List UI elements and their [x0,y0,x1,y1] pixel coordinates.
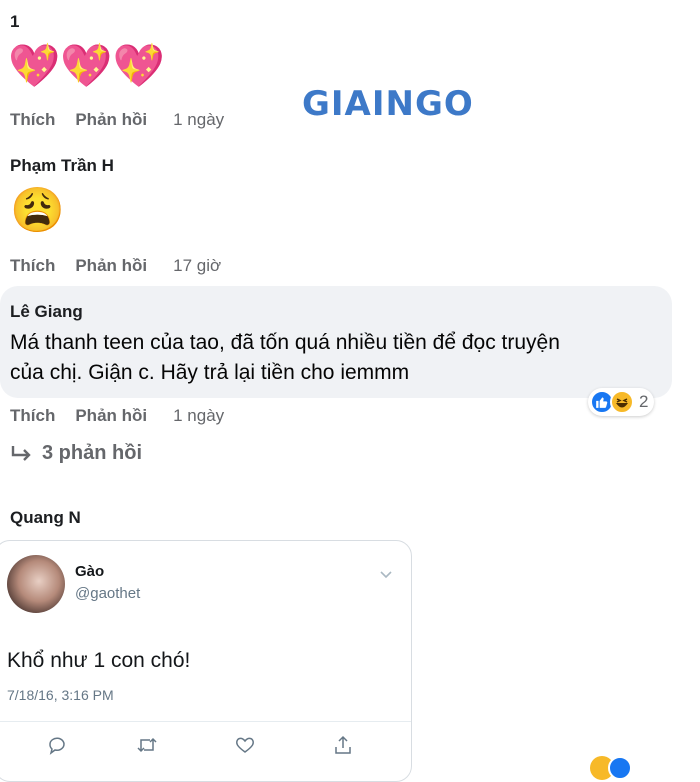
comment-actions: Thích Phản hồi 17 giờ [10,256,221,276]
tweet-reply-icon[interactable] [45,733,69,757]
retweet-icon[interactable] [135,733,159,757]
comment-actions: Thích Phản hồi 1 ngày [10,110,224,130]
view-replies-link[interactable]: 3 phản hồi [10,442,142,465]
tweet-like-icon[interactable] [233,733,257,757]
tweet-share-icon[interactable] [331,733,355,757]
comment-bubble: Lê Giang Má thanh teen của tao, đã tốn q… [0,286,672,398]
embedded-tweet-image[interactable]: Gào @gaothet Khổ như 1 con chó! 7/18/16,… [0,540,412,782]
comment-author[interactable]: Lê Giang [10,302,83,322]
tweet-text: Khổ như 1 con chó! [7,649,191,672]
divider [0,721,411,722]
like-button[interactable]: Thích [10,110,55,130]
comment-timestamp[interactable]: 17 giờ [173,256,221,276]
reply-button[interactable]: Phản hồi [75,256,147,276]
comment-timestamp[interactable]: 1 ngày [173,110,224,130]
weary-face-emoji: 😩 [10,186,65,235]
tweet-timestamp: 7/18/16, 3:16 PM [7,687,114,703]
haha-reaction-icon [610,390,634,414]
reactions-count: 2 [639,392,649,411]
comment-author[interactable]: 1 [10,12,19,32]
comment-text-line: của chị. Giận c. Hãy trả lại tiền cho ie… [10,361,410,384]
comment-actions: Thích Phản hồi 1 ngày [10,406,224,426]
reply-button[interactable]: Phản hồi [75,110,147,130]
comment-text-line: Má thanh teen của tao, đã tốn quá nhiều … [10,331,560,354]
comment-author[interactable]: Quang N [10,508,81,528]
tweet-author-name: Gào [75,563,105,580]
avatar [7,555,65,613]
like-button[interactable]: Thích [10,256,55,276]
comment-timestamp[interactable]: 1 ngày [173,406,224,426]
reply-button[interactable]: Phản hồi [75,406,147,426]
heart-sparkle-emoji: 💖💖💖 [8,42,165,89]
reply-arrow-icon [10,445,32,463]
like-reaction-icon [608,756,632,780]
view-replies-label: 3 phản hồi [42,442,142,464]
reactions-summary[interactable]: 2 [588,388,655,416]
comment-author[interactable]: Phạm Trần H [10,156,114,176]
chevron-down-icon[interactable] [379,567,393,585]
like-button[interactable]: Thích [10,406,55,426]
watermark-logo: GIAINGO [302,84,474,124]
comment-text: Má thanh teen của tao, đã tốn quá nhiều … [10,328,560,388]
tweet-handle: @gaothet [75,585,141,602]
